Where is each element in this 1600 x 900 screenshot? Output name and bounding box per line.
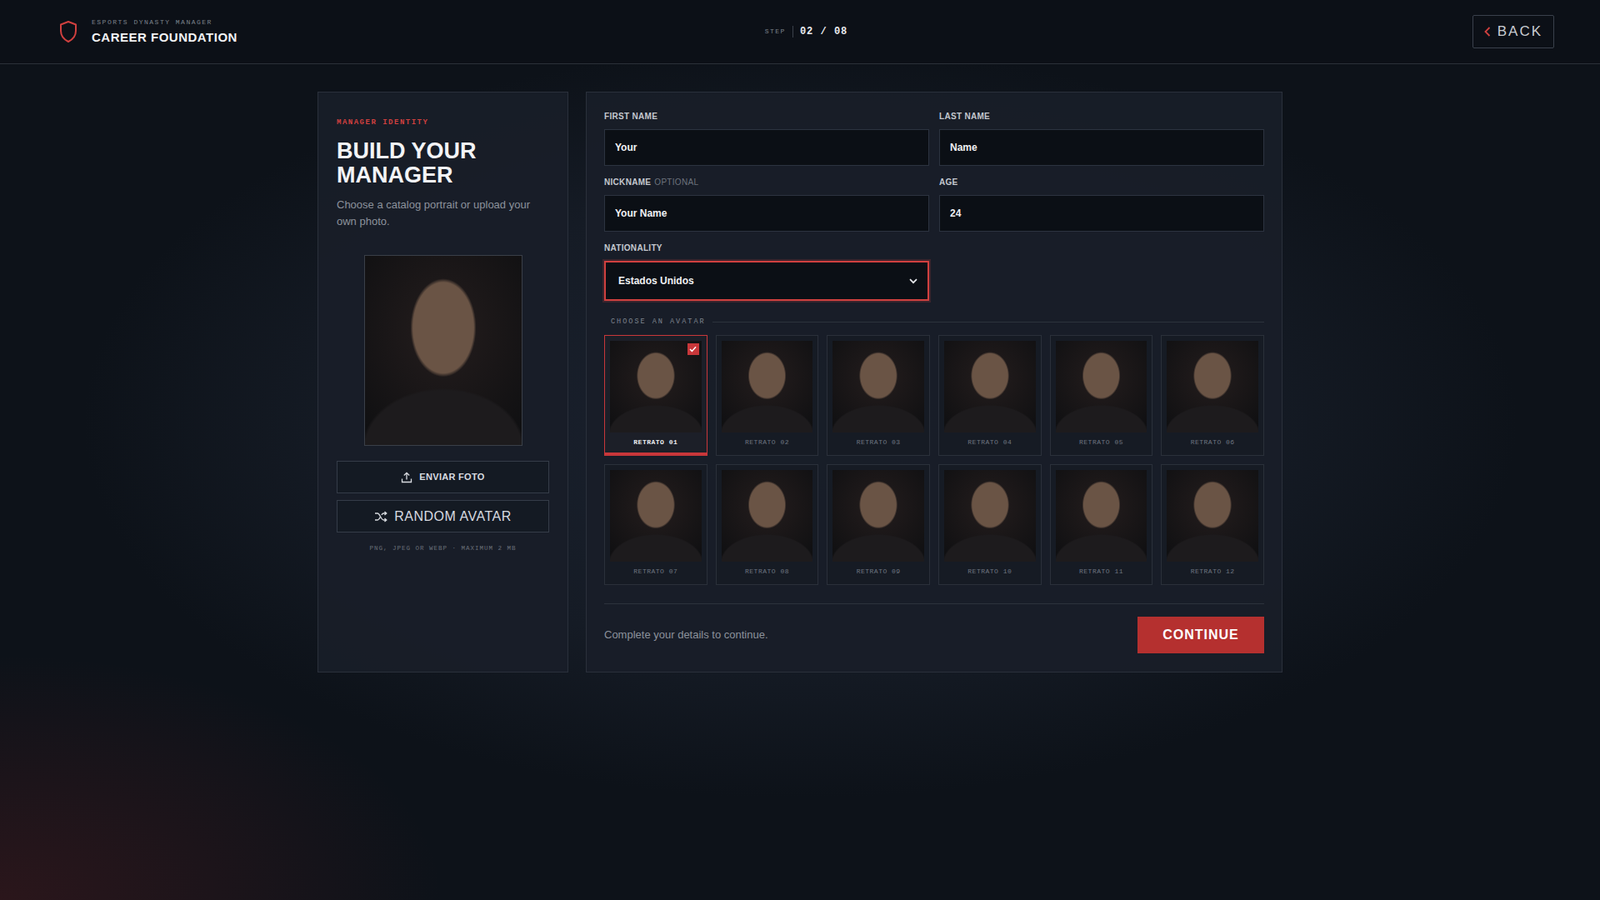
nationality-value: Estados Unidos bbox=[618, 273, 695, 289]
upload-label: ENVIAR FOTO bbox=[419, 470, 485, 485]
panel-title: BUILD YOUR MANAGER bbox=[336, 139, 550, 189]
brand-name: ESPORTS DYNASTY MANAGER bbox=[91, 18, 238, 27]
avatar-section-title: CHOOSE AN AVATAR bbox=[610, 315, 706, 328]
avatar-label: RETRATO 11 bbox=[1055, 561, 1148, 584]
upload-icon bbox=[400, 471, 413, 484]
avatar-label: RETRATO 03 bbox=[832, 432, 925, 455]
avatar-card[interactable]: RETRATO 02 bbox=[715, 335, 820, 456]
step-label: STEP bbox=[765, 26, 786, 37]
text-field[interactable] bbox=[939, 129, 1265, 166]
chevron-down-icon bbox=[909, 278, 918, 285]
avatar-label: RETRATO 08 bbox=[721, 561, 814, 584]
shield-logo-icon bbox=[58, 20, 79, 44]
avatar-portrait bbox=[832, 470, 925, 562]
avatar-card[interactable]: RETRATO 08 bbox=[715, 464, 820, 585]
avatar-label: RETRATO 10 bbox=[944, 561, 1036, 584]
field-label: FIRST NAME bbox=[604, 110, 930, 123]
details-panel: FIRST NAME LAST NAME NICKNAMEOPTIONAL AGE N… bbox=[585, 91, 1283, 673]
nationality-select[interactable]: Estados Unidos bbox=[604, 260, 930, 301]
avatar-card[interactable]: RETRATO 10 bbox=[938, 464, 1042, 585]
field-label-text: NICKNAME bbox=[604, 177, 651, 187]
page-title: CAREER FOUNDATION bbox=[91, 29, 238, 46]
panel-description: Choose a catalog portrait or upload your… bbox=[336, 196, 550, 230]
step-divider bbox=[792, 25, 794, 38]
text-field[interactable] bbox=[604, 195, 930, 232]
avatar-portrait bbox=[1166, 470, 1259, 562]
back-button[interactable]: BACK bbox=[1472, 15, 1555, 49]
shuffle-icon bbox=[374, 510, 388, 523]
avatar-label: RETRATO 06 bbox=[1166, 432, 1259, 455]
field-label-text: AGE bbox=[939, 177, 959, 187]
field-label-text: LAST NAME bbox=[939, 111, 990, 121]
field-label: NATIONALITY bbox=[604, 242, 930, 255]
footer-message: Complete your details to continue. bbox=[604, 626, 769, 644]
avatar-portrait bbox=[944, 340, 1036, 433]
avatar-label: RETRATO 02 bbox=[721, 432, 814, 455]
avatar-label: RETRATO 04 bbox=[944, 432, 1036, 455]
avatar-card[interactable]: RETRATO 01 bbox=[604, 335, 708, 456]
avatar-portrait bbox=[721, 340, 814, 433]
top-bar: ESPORTS DYNASTY MANAGER CAREER FOUNDATIO… bbox=[0, 0, 1600, 65]
avatar-label: RETRATO 01 bbox=[610, 432, 702, 455]
avatar-card[interactable]: RETRATO 09 bbox=[826, 464, 930, 585]
avatar-card[interactable]: RETRATO 04 bbox=[938, 335, 1042, 456]
avatar-portrait bbox=[1166, 340, 1259, 433]
footer-divider bbox=[604, 603, 1265, 605]
step-indicator: STEP 02 / 08 bbox=[765, 24, 849, 40]
avatar-card[interactable]: RETRATO 12 bbox=[1160, 464, 1265, 585]
avatar-grid: RETRATO 01 RETRATO 02 RETRATO 03 RETRATO 04… bbox=[604, 335, 1265, 585]
upload-button[interactable]: ENVIAR FOTO bbox=[336, 460, 550, 494]
section-eyebrow: MANAGER IDENTITY bbox=[336, 117, 550, 130]
text-field[interactable] bbox=[939, 195, 1265, 232]
optional-tag: OPTIONAL bbox=[654, 177, 699, 187]
check-icon bbox=[689, 345, 697, 353]
step-count: 02 / 08 bbox=[800, 24, 848, 40]
upload-hint: PNG, JPEG OR WEBP · MAXIMUM 2 MB bbox=[336, 544, 550, 554]
identity-panel: MANAGER IDENTITY BUILD YOUR MANAGER Choo… bbox=[317, 91, 569, 673]
field-grid: FIRST NAME LAST NAME NICKNAMEOPTIONAL AGE bbox=[604, 110, 1265, 243]
chevron-left-icon bbox=[1484, 26, 1491, 37]
avatar-card[interactable]: RETRATO 07 bbox=[604, 464, 708, 585]
avatar-portrait bbox=[832, 340, 925, 433]
field-group: NICKNAMEOPTIONAL bbox=[604, 176, 930, 232]
random-avatar-button[interactable]: RANDOM AVATAR bbox=[336, 500, 550, 533]
avatar-card[interactable]: RETRATO 03 bbox=[826, 335, 930, 456]
back-label: BACK bbox=[1497, 20, 1543, 43]
avatar-portrait bbox=[1055, 470, 1148, 562]
field-group: FIRST NAME bbox=[604, 110, 930, 166]
avatar-portrait bbox=[610, 470, 702, 562]
main-stage: MANAGER IDENTITY BUILD YOUR MANAGER Choo… bbox=[317, 91, 1283, 673]
avatar-card[interactable]: RETRATO 06 bbox=[1160, 335, 1265, 456]
avatar-portrait bbox=[944, 470, 1036, 562]
section-rule bbox=[712, 321, 1265, 323]
continue-button[interactable]: CONTINUE bbox=[1137, 616, 1265, 654]
field-group: LAST NAME bbox=[939, 110, 1265, 166]
field-label: NICKNAMEOPTIONAL bbox=[604, 176, 930, 189]
avatar-label: RETRATO 05 bbox=[1055, 432, 1148, 455]
field-label: AGE bbox=[939, 176, 1265, 189]
avatar-label: RETRATO 12 bbox=[1166, 561, 1259, 584]
nationality-group: NATIONALITY Estados Unidos bbox=[604, 242, 930, 301]
avatar-portrait bbox=[1055, 340, 1148, 433]
field-label: LAST NAME bbox=[939, 110, 1265, 123]
field-label-text: FIRST NAME bbox=[604, 111, 658, 121]
avatar-card[interactable]: RETRATO 05 bbox=[1050, 335, 1154, 456]
avatar-card[interactable]: RETRATO 11 bbox=[1050, 464, 1154, 585]
footer: Complete your details to continue. CONTI… bbox=[604, 616, 1265, 654]
avatar-label: RETRATO 09 bbox=[832, 561, 925, 584]
avatar-portrait bbox=[721, 470, 814, 562]
field-group: AGE bbox=[939, 176, 1265, 232]
text-field[interactable] bbox=[604, 129, 930, 166]
check-badge bbox=[687, 343, 700, 355]
avatar-label: RETRATO 07 bbox=[610, 561, 702, 584]
random-label: RANDOM AVATAR bbox=[394, 506, 511, 527]
portrait-preview bbox=[364, 255, 523, 446]
